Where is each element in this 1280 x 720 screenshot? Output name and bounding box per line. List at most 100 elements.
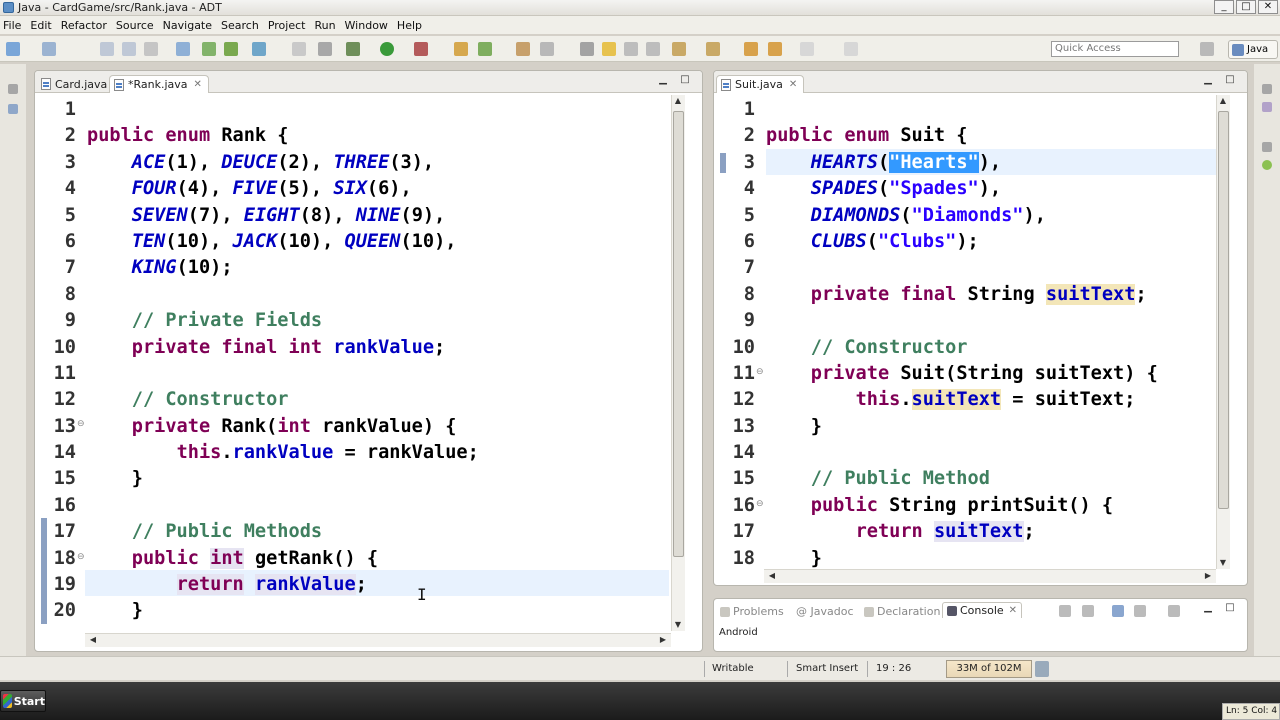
menu-edit[interactable]: Edit [27, 19, 57, 32]
minimize-view-icon[interactable]: ▁ [1202, 603, 1214, 615]
outline-icon[interactable] [1262, 102, 1272, 112]
scroll-down-icon[interactable]: ▼ [672, 619, 684, 631]
menu-search[interactable]: Search [218, 19, 265, 32]
minimize-button[interactable]: _ [1214, 0, 1234, 14]
previous-annotation-icon[interactable] [706, 42, 720, 56]
menu-help[interactable]: Help [394, 19, 428, 32]
save-all-icon[interactable] [122, 42, 136, 56]
maximize-view-icon[interactable]: □ [1224, 603, 1236, 615]
tab-card-java[interactable]: Card.java [37, 75, 113, 93]
tab-suit-java[interactable]: Suit.java ✕ [716, 75, 805, 93]
highlight-icon[interactable] [602, 42, 616, 56]
left-vertical-scrollbar[interactable]: ▲ ▼ [671, 95, 685, 631]
status-separator [704, 661, 705, 677]
scroll-thumb[interactable] [673, 111, 684, 557]
scroll-up-icon[interactable]: ▲ [672, 95, 684, 107]
checkbox-icon[interactable] [252, 42, 266, 56]
menu-navigate[interactable]: Navigate [160, 19, 218, 32]
debug-icon[interactable] [346, 42, 360, 56]
quick-access-input[interactable]: Quick Access [1051, 41, 1179, 57]
menu-run[interactable]: Run [311, 19, 341, 32]
maximize-view-icon[interactable]: □ [679, 75, 691, 87]
show-whitespace-icon[interactable] [646, 42, 660, 56]
run-icon[interactable] [380, 42, 394, 56]
fold-icon[interactable]: ⊖ [756, 367, 764, 377]
new-icon[interactable] [6, 42, 20, 56]
right-vertical-scrollbar[interactable]: ▲ ▼ [1216, 95, 1230, 569]
close-tab-icon[interactable]: ✕ [1009, 605, 1017, 616]
java-file-icon [41, 78, 51, 90]
skip-breakpoints-icon[interactable] [292, 42, 306, 56]
scroll-left-icon[interactable]: ◀ [87, 634, 99, 646]
tab-rank-java[interactable]: *Rank.java ✕ [109, 75, 209, 93]
pin-editor-icon[interactable] [844, 42, 858, 56]
scroll-left-icon[interactable]: ◀ [766, 570, 778, 582]
scroll-thumb[interactable] [1218, 111, 1229, 509]
android-lint-icon[interactable] [224, 42, 238, 56]
suit-editor-panel: Suit.java ✕ ▁ □ ⊖ ⊖ 1 2 public enum Suit … [713, 70, 1248, 586]
suit-code[interactable]: 1 2 public enum Suit { 3 HEARTS("Hearts")… [733, 97, 1158, 572]
maximize-button[interactable]: □ [1236, 0, 1256, 14]
tab-problems[interactable]: Problems [720, 605, 784, 618]
save-icon[interactable] [100, 42, 114, 56]
tab-javadoc[interactable]: @ Javadoc [796, 605, 854, 618]
maximize-view-icon[interactable]: □ [1224, 75, 1236, 87]
heap-status[interactable]: 33M of 102M [946, 660, 1032, 678]
scroll-up-icon[interactable]: ▲ [1217, 95, 1229, 107]
start-button[interactable]: Start [0, 690, 46, 712]
next-annotation-icon[interactable] [672, 42, 686, 56]
open-type-icon[interactable] [516, 42, 530, 56]
tab-declaration[interactable]: Declaration [864, 605, 940, 618]
package-explorer-icon[interactable] [8, 104, 18, 114]
back-icon[interactable] [768, 42, 782, 56]
block-selection-icon[interactable] [624, 42, 638, 56]
java-file-icon [721, 78, 731, 91]
code-line: 6 TEN(10), JACK(10), QUEEN(10), [65, 229, 479, 255]
scroll-lock-icon[interactable] [1082, 605, 1094, 617]
last-edit-icon[interactable] [744, 42, 758, 56]
restore-right-icon[interactable] [1262, 84, 1272, 94]
restore-right-2-icon[interactable] [1262, 142, 1272, 152]
avd-manager-icon[interactable] [202, 42, 216, 56]
close-tab-icon[interactable]: ✕ [789, 79, 797, 90]
fold-icon[interactable]: ⊖ [77, 552, 85, 562]
menu-file[interactable]: File [0, 19, 27, 32]
display-console-icon[interactable] [1134, 605, 1146, 617]
scroll-right-icon[interactable]: ▶ [657, 634, 669, 646]
open-perspective-icon[interactable] [1200, 42, 1214, 56]
external-tools-icon[interactable] [414, 42, 428, 56]
open-icon[interactable] [42, 42, 56, 56]
java-perspective-button[interactable]: Java [1228, 40, 1278, 59]
forward-icon[interactable] [800, 42, 814, 56]
scroll-right-icon[interactable]: ▶ [1202, 570, 1214, 582]
sdk-manager-icon[interactable] [176, 42, 190, 56]
new-java-project-icon[interactable] [454, 42, 468, 56]
print-icon[interactable] [144, 42, 158, 56]
menu-refactor[interactable]: Refactor [58, 19, 113, 32]
open-console-icon[interactable] [1168, 605, 1180, 617]
left-horizontal-scrollbar[interactable]: ◀ ▶ [85, 633, 671, 647]
tab-console[interactable]: Console ✕ [942, 602, 1023, 618]
menu-window[interactable]: Window [342, 19, 394, 32]
toggle-occurrences-icon[interactable] [580, 42, 594, 56]
toggle-mark-icon[interactable] [318, 42, 332, 56]
close-tab-icon[interactable]: ✕ [194, 79, 202, 90]
pin-console-icon[interactable] [1112, 605, 1124, 617]
search-icon[interactable] [540, 42, 554, 56]
menu-source[interactable]: Source [113, 19, 160, 32]
minimize-view-icon[interactable]: ▁ [1202, 75, 1214, 87]
tab-label: @ Javadoc [796, 605, 854, 618]
menu-project[interactable]: Project [265, 19, 312, 32]
fold-icon[interactable]: ⊖ [756, 499, 764, 509]
garbage-collect-icon[interactable] [1035, 661, 1049, 677]
minimize-view-icon[interactable]: ▁ [657, 75, 669, 87]
right-horizontal-scrollbar[interactable]: ◀ ▶ [764, 569, 1216, 583]
scroll-down-icon[interactable]: ▼ [1217, 557, 1229, 569]
restore-icon[interactable] [8, 84, 18, 94]
task-list-icon[interactable] [1262, 160, 1272, 170]
rank-code[interactable]: 1 2 public enum Rank { 3 ACE(1), DEUCE(2)… [54, 97, 479, 625]
new-class-icon[interactable] [478, 42, 492, 56]
clear-console-icon[interactable] [1059, 605, 1071, 617]
fold-icon[interactable]: ⊖ [77, 419, 85, 429]
close-button[interactable]: ✕ [1258, 0, 1278, 14]
